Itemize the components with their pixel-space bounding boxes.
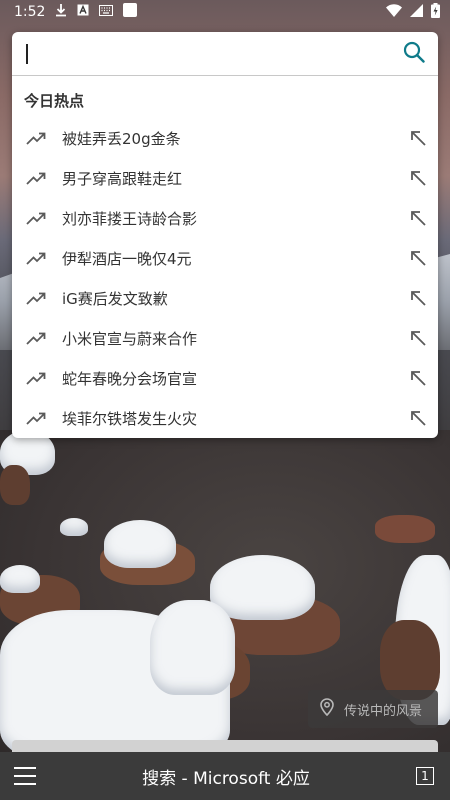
trending-icon <box>26 248 46 268</box>
trending-item[interactable]: 被娃弄丢20g金条 <box>12 118 438 158</box>
trending-icon <box>26 128 46 148</box>
page-title: 搜索 - Microsoft 必应 <box>142 768 310 789</box>
search-panel: 今日热点 被娃弄丢20g金条 男子穿高跟鞋走红 刘亦菲搂王诗龄合影 伊犁酒店一晚仅4元… <box>12 32 438 438</box>
trending-icon <box>26 408 46 428</box>
trending-item-label: 被娃弄丢20g金条 <box>62 129 181 148</box>
font-icon <box>77 4 89 20</box>
trending-item[interactable]: 男子穿高跟鞋走红 <box>12 158 438 198</box>
bottom-bar: 搜索 - Microsoft 必应 1 <box>0 752 450 800</box>
fill-query-arrow-icon[interactable] <box>408 368 428 388</box>
wifi-icon <box>386 3 402 21</box>
fill-query-arrow-icon[interactable] <box>408 408 428 428</box>
fill-query-arrow-icon[interactable] <box>408 128 428 148</box>
trending-item-label: 刘亦菲搂王诗龄合影 <box>62 209 198 228</box>
trending-icon <box>26 168 46 188</box>
search-icon <box>403 41 425 67</box>
fill-query-arrow-icon[interactable] <box>408 288 428 308</box>
trending-item[interactable]: 埃菲尔铁塔发生火灾 <box>12 398 438 438</box>
trending-item-label: 小米官宣与蔚来合作 <box>62 329 198 348</box>
trending-icon <box>26 288 46 308</box>
trending-item[interactable]: 伊犁酒店一晚仅4元 <box>12 238 438 278</box>
trending-item[interactable]: 蛇年春晚分会场官宣 <box>12 358 438 398</box>
location-pin-icon <box>320 698 334 720</box>
status-bar: 1:52 <box>0 0 450 24</box>
signal-icon <box>410 3 423 21</box>
tab-count-button[interactable]: 1 <box>416 767 434 785</box>
trending-icon <box>26 328 46 348</box>
trending-item-label: iG赛后发文致歉 <box>62 289 168 308</box>
fill-query-arrow-icon[interactable] <box>408 208 428 228</box>
trending-item-label: 男子穿高跟鞋走红 <box>62 169 183 188</box>
location-tag[interactable]: 传说中的风景 <box>308 690 438 728</box>
fill-query-arrow-icon[interactable] <box>408 168 428 188</box>
battery-icon <box>431 2 440 22</box>
fill-query-arrow-icon[interactable] <box>408 328 428 348</box>
search-input[interactable] <box>27 38 400 69</box>
location-label: 传说中的风景 <box>344 703 423 719</box>
trending-item[interactable]: iG赛后发文致歉 <box>12 278 438 318</box>
trending-list: 被娃弄丢20g金条 男子穿高跟鞋走红 刘亦菲搂王诗龄合影 伊犁酒店一晚仅4元 iG赛后发… <box>12 118 438 438</box>
trending-item-label: 埃菲尔铁塔发生火灾 <box>62 409 198 428</box>
download-icon <box>55 3 67 21</box>
fill-query-arrow-icon[interactable] <box>408 248 428 268</box>
trending-item-label: 伊犁酒店一晚仅4元 <box>62 249 192 268</box>
search-button[interactable] <box>400 40 428 68</box>
trending-icon <box>26 208 46 228</box>
trending-item[interactable]: 刘亦菲搂王诗龄合影 <box>12 198 438 238</box>
trending-item-label: 蛇年春晚分会场官宣 <box>62 369 198 388</box>
trending-item[interactable]: 小米官宣与蔚来合作 <box>12 318 438 358</box>
search-row <box>12 32 438 76</box>
trending-icon <box>26 368 46 388</box>
trending-title: 今日热点 <box>24 92 85 110</box>
keyboard-icon <box>99 4 114 20</box>
square-icon <box>123 3 138 21</box>
status-time: 1:52 <box>14 4 46 20</box>
menu-icon[interactable] <box>14 767 36 785</box>
